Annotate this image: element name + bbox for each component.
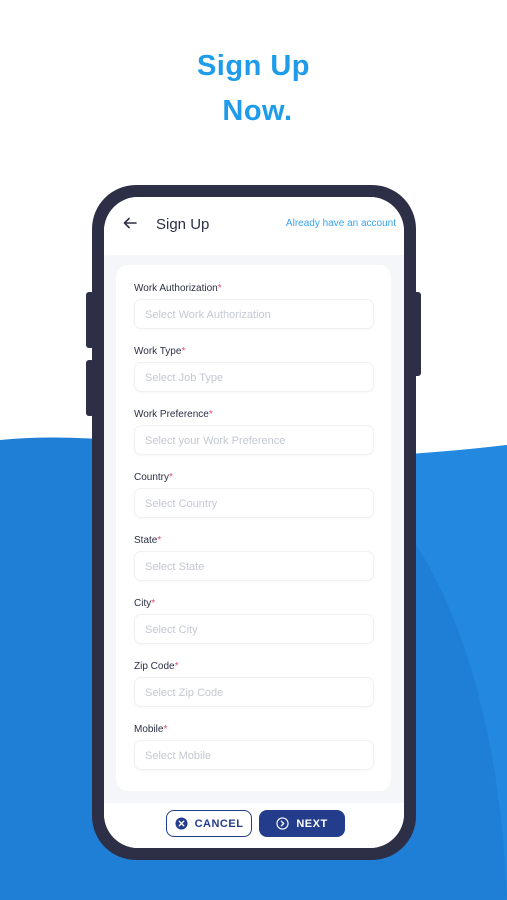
cancel-button[interactable]: CANCEL xyxy=(166,810,252,837)
hero-title-line1: Sign Up xyxy=(196,50,311,82)
field-label-state: State* xyxy=(134,535,162,546)
next-button[interactable]: NEXT xyxy=(259,810,345,837)
field-label-zip-code: Zip Code* xyxy=(134,661,179,672)
field-label-mobile: Mobile* xyxy=(134,724,168,735)
country-select[interactable]: Select Country xyxy=(134,488,374,518)
hero-title-line2: Now. xyxy=(222,95,293,127)
work-type-select[interactable]: Select Job Type xyxy=(134,362,374,392)
work-authorization-select[interactable]: Select Work Authorization xyxy=(134,299,374,329)
field-label-country: Country* xyxy=(134,472,173,483)
next-label: NEXT xyxy=(296,817,328,830)
field-label-work-authorization: Work Authorization* xyxy=(134,283,222,294)
close-circle-icon xyxy=(175,817,188,830)
zip-code-select[interactable]: Select Zip Code xyxy=(134,677,374,707)
arrow-left-icon[interactable] xyxy=(122,215,138,231)
field-label-city: City* xyxy=(134,598,156,609)
signup-form: Work Authorization* Select Work Authoriz… xyxy=(116,265,391,791)
field-label-work-preference: Work Preference* xyxy=(134,409,213,420)
form-footer: CANCEL NEXT xyxy=(104,803,404,848)
state-select[interactable]: Select State xyxy=(134,551,374,581)
cancel-label: CANCEL xyxy=(194,817,244,830)
mobile-select[interactable]: Select Mobile xyxy=(134,740,374,770)
page-title: Sign Up xyxy=(156,216,210,233)
login-link[interactable]: Already have an account xyxy=(286,218,396,229)
app-header: Sign Up Already have an account xyxy=(104,197,404,255)
field-label-work-type: Work Type* xyxy=(134,346,186,357)
phone-frame: Sign Up Already have an account Work Aut… xyxy=(92,185,416,860)
chevron-right-circle-icon xyxy=(276,817,289,830)
phone-screen: Sign Up Already have an account Work Aut… xyxy=(104,197,404,848)
work-preference-select[interactable]: Select your Work Preference xyxy=(134,425,374,455)
city-select[interactable]: Select City xyxy=(134,614,374,644)
